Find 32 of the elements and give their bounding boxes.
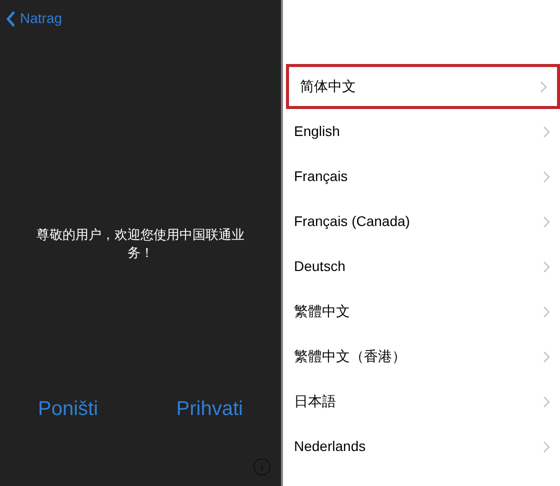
chevron-right-icon [543,170,550,182]
language-item[interactable]: Français [283,154,560,199]
language-label: 简体中文 [300,77,356,96]
language-item[interactable]: 日本語 [283,379,560,424]
language-label: Français (Canada) [294,212,410,231]
chevron-right-icon [540,80,547,92]
chevron-right-icon [543,306,550,318]
language-label: English [294,122,340,141]
chevron-right-icon [543,260,550,272]
chevron-right-icon [543,126,550,138]
back-button[interactable]: Natrag [0,0,68,29]
language-label: 繁體中文 [294,302,350,321]
welcome-message: 尊敬的用户，欢迎您使用中国联通业务！ [36,226,246,262]
action-button[interactable]: Prihvati [176,394,243,424]
action-button[interactable]: Poništi [38,394,98,424]
language-item[interactable]: 简体中文 [286,64,560,109]
language-label: Deutsch [294,257,346,276]
chevron-right-icon [543,440,550,452]
language-item[interactable]: Français (Canada) [283,199,560,244]
language-label: Nederlands [294,437,366,456]
chevron-right-icon [543,396,550,408]
language-item[interactable]: Deutsch [283,244,560,289]
chevron-right-icon [543,350,550,362]
chevron-left-icon [6,10,16,26]
language-label: Français [294,167,348,186]
language-item[interactable]: English [283,109,560,154]
language-item[interactable]: 繁體中文 [283,289,560,334]
language-item[interactable]: Nederlands [283,424,560,469]
chevron-right-icon [543,216,550,228]
language-label: 繁體中文（香港） [294,347,406,366]
language-label: 日本語 [294,392,336,411]
language-item[interactable]: 繁體中文（香港） [283,334,560,379]
